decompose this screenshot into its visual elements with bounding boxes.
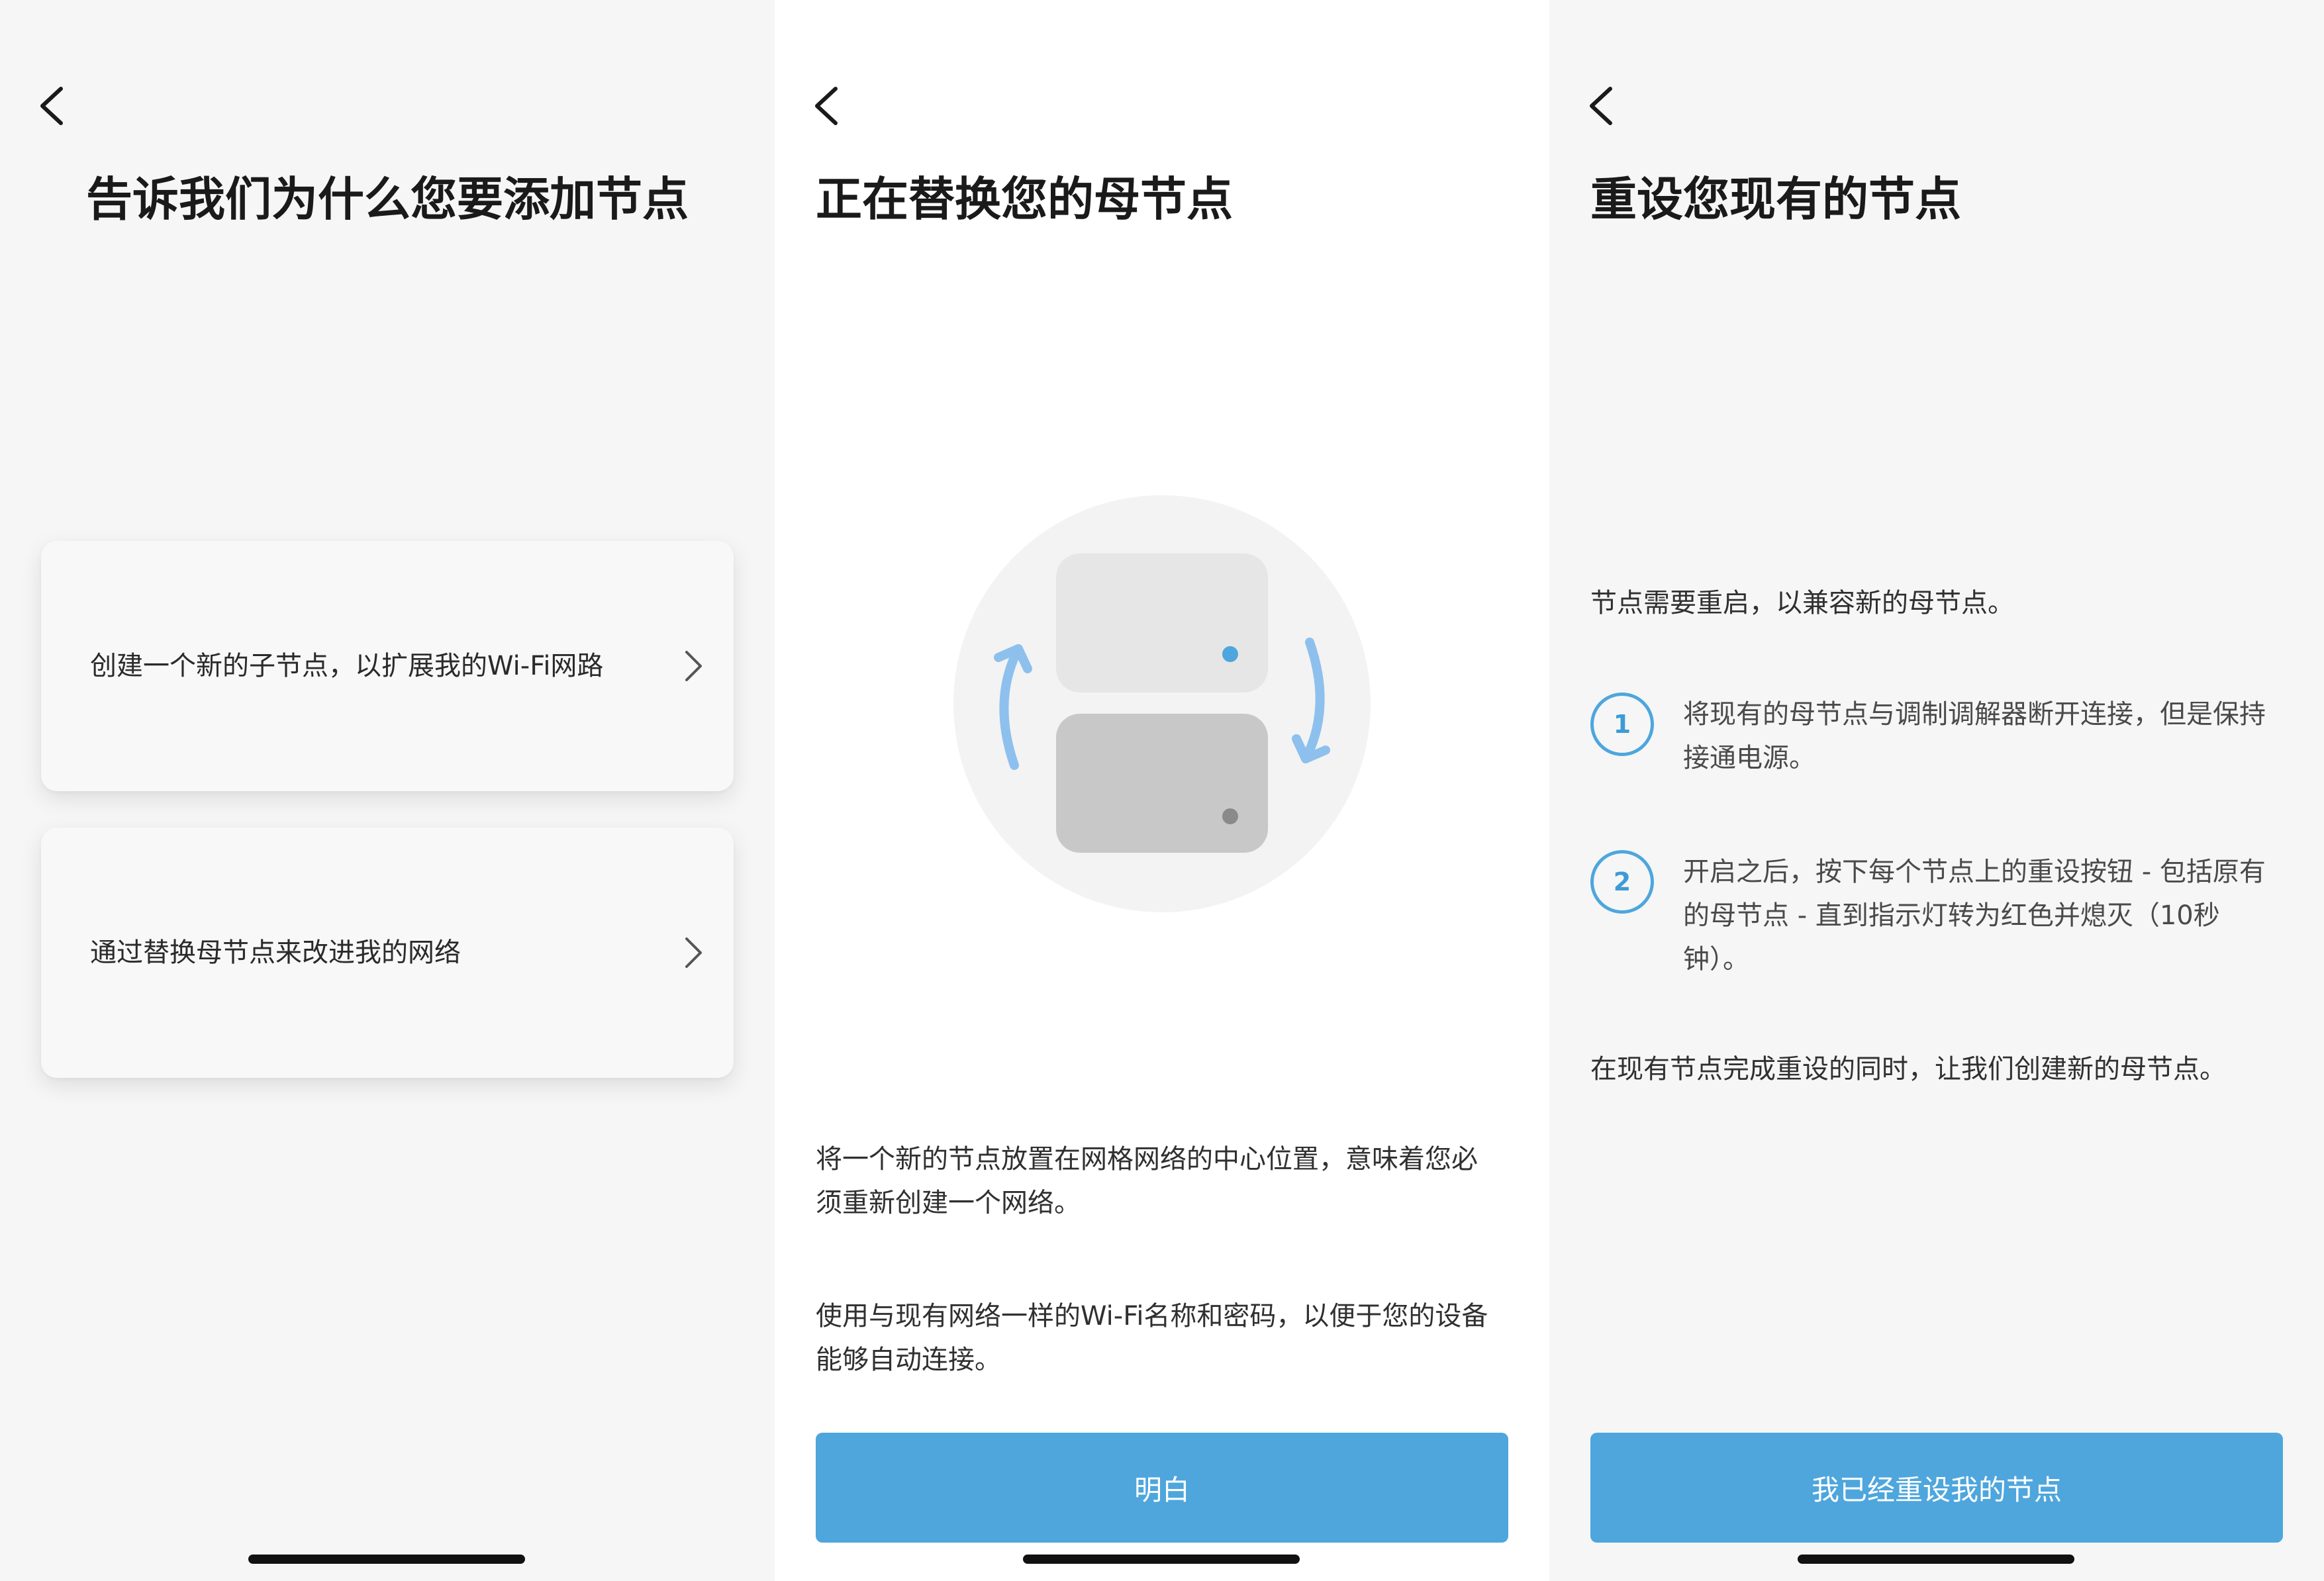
intro-text: 节点需要重启，以兼容新的母节点。 <box>1590 588 2014 618</box>
nodes-reset-confirm-button[interactable]: 我已经重设我的节点 <box>1590 1433 2283 1543</box>
chevron-right-icon <box>682 935 704 971</box>
page-title: 重设您现有的节点 <box>1590 172 1961 226</box>
screen-reset-existing-nodes: 重设您现有的节点 节点需要重启，以兼容新的母节点。 1 将现有的母节点与调制调解… <box>1549 0 2324 1581</box>
page-title: 告诉我们为什么您要添加节点 <box>86 172 689 226</box>
home-indicator[interactable] <box>1023 1555 1300 1564</box>
option-replace-parent-node[interactable]: 通过替换母节点来改进我的网络 <box>41 828 734 1078</box>
step-text: 将现有的母节点与调制调解器断开连接，但是保持接通电源。 <box>1683 699 2266 773</box>
status-light-blue <box>1222 646 1238 662</box>
home-indicator[interactable] <box>1798 1555 2074 1564</box>
step-number-badge: 2 <box>1590 850 1654 914</box>
info-paragraph: 使用与现有网络一样的Wi-Fi名称和密码，以便于您的设备能够自动连接。 <box>816 1301 1488 1375</box>
chevron-left-icon <box>815 87 838 125</box>
step-text: 开启之后，按下每个节点上的重设按钮 - 包括原有的母节点 - 直到指示灯转为红色… <box>1683 857 2266 975</box>
new-node-shape <box>1056 553 1268 693</box>
back-button[interactable] <box>806 79 846 132</box>
option-label: 通过替换母节点来改进我的网络 <box>90 937 461 968</box>
chevron-left-icon <box>1590 87 1612 125</box>
screen-replace-parent-node: 正在替换您的母节点 将一个新的节点放置在网格网络的中心位置，意味着您必须重新创建… <box>775 0 1549 1581</box>
option-create-child-node[interactable]: 创建一个新的子节点，以扩展我的Wi-Fi网路 <box>41 541 734 791</box>
node-swap-illustration <box>953 495 1371 912</box>
outro-text: 在现有节点完成重设的同时，让我们创建新的母节点。 <box>1590 1054 2226 1084</box>
back-button[interactable] <box>1581 79 1621 132</box>
info-paragraph: 将一个新的节点放置在网格网络的中心位置，意味着您必须重新创建一个网络。 <box>816 1144 1478 1218</box>
status-light-grey <box>1222 808 1238 824</box>
page-title: 正在替换您的母节点 <box>816 172 1233 226</box>
old-node-shape <box>1056 714 1268 853</box>
screen-add-node-reason: 告诉我们为什么您要添加节点 创建一个新的子节点，以扩展我的Wi-Fi网路 通过替… <box>0 0 775 1581</box>
option-label: 创建一个新的子节点，以扩展我的Wi-Fi网路 <box>90 651 604 681</box>
chevron-right-icon <box>682 648 704 684</box>
home-indicator[interactable] <box>248 1555 525 1564</box>
chevron-left-icon <box>40 87 63 125</box>
step-number-badge: 1 <box>1590 693 1654 756</box>
got-it-button[interactable]: 明白 <box>816 1433 1508 1543</box>
back-button[interactable] <box>32 79 72 132</box>
